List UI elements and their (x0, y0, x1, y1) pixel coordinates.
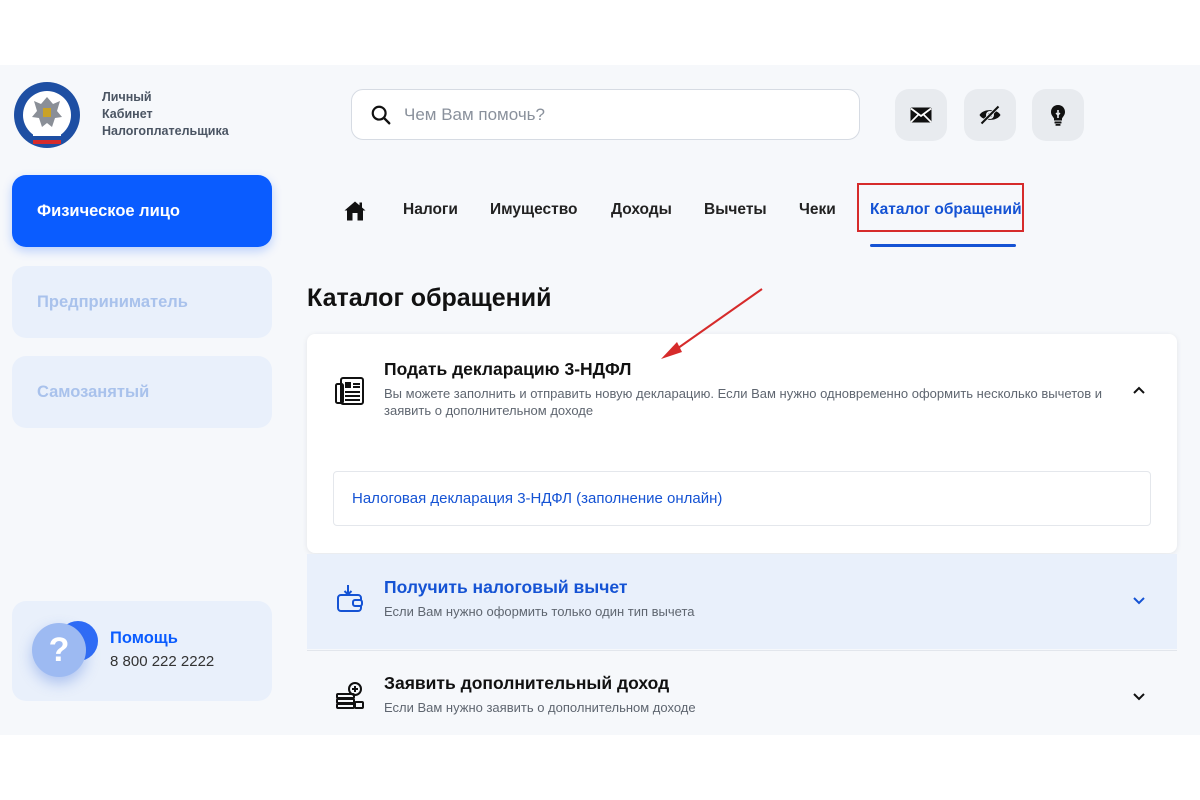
logo-line: Налогоплательщика (102, 124, 229, 138)
card-title: Получить налоговый вычет (384, 577, 628, 597)
chevron-down-icon[interactable] (1131, 592, 1147, 608)
catalog-card-extra-income[interactable]: Заявить дополнительный доход Если Вам ну… (307, 650, 1177, 735)
sub-item-label: Налоговая декларация 3-НДФЛ (заполнение … (352, 490, 723, 507)
coins-plus-icon (336, 682, 364, 709)
messages-button[interactable] (895, 89, 947, 141)
card-description: Вы можете заполнить и отправить новую де… (384, 386, 1103, 418)
tab-receipts[interactable]: Чеки (799, 201, 836, 219)
tips-button[interactable] (1032, 89, 1084, 141)
tab-taxes[interactable]: Налоги (403, 201, 458, 219)
help-phone: 8 800 222 2222 (110, 653, 215, 670)
chevron-up-icon[interactable] (1131, 382, 1147, 398)
home-icon[interactable] (343, 199, 367, 223)
tab-property[interactable]: Имущество (490, 201, 578, 219)
sidebar-item-individual[interactable]: Физическое лицо (12, 175, 272, 247)
mail-icon (910, 107, 932, 123)
tab-request-catalog[interactable]: Каталог обращений (870, 201, 1022, 219)
app-root: Личный Кабинет Налогоплательщика Чем Вам… (0, 65, 1200, 735)
page-title: Каталог обращений (307, 284, 552, 312)
sidebar-item-label: Физическое лицо (37, 201, 181, 220)
help-panel[interactable]: ? Помощь 8 800 222 2222 (12, 601, 272, 701)
logo-line: Личный (102, 90, 152, 104)
sidebar-item-entrepreneur[interactable]: Предприниматель (12, 266, 272, 338)
fns-emblem-logo[interactable] (12, 80, 82, 150)
search-input[interactable] (404, 104, 824, 125)
card-description: Если Вам нужно заявить о дополнительном … (384, 700, 696, 715)
card-title: Заявить дополнительный доход (384, 673, 670, 693)
tab-income[interactable]: Доходы (611, 201, 672, 219)
logo-title: Личный Кабинет Налогоплательщика (102, 89, 229, 140)
catalog-card-deduction[interactable]: Получить налоговый вычет Если Вам нужно … (307, 554, 1177, 649)
logo-line: Кабинет (102, 107, 153, 121)
active-tab-underline (870, 244, 1016, 247)
card-description: Если Вам нужно оформить только один тип … (384, 604, 695, 619)
declaration-document-icon (335, 377, 364, 405)
lightbulb-icon (1051, 105, 1065, 126)
accessibility-button[interactable] (964, 89, 1016, 141)
sidebar-item-label: Предприниматель (37, 292, 188, 311)
sidebar-item-label: Самозанятый (37, 382, 150, 401)
search-icon (371, 105, 391, 124)
search-box[interactable] (351, 89, 860, 140)
declaration-online-link[interactable]: Налоговая декларация 3-НДФЛ (заполнение … (333, 471, 1151, 526)
eye-off-icon (979, 104, 1001, 126)
question-icon: ? (32, 623, 86, 677)
help-title: Помощь (110, 629, 178, 647)
catalog-card-declaration[interactable]: Подать декларацию 3-НДФЛ Вы можете запол… (307, 334, 1177, 553)
card-title: Подать декларацию 3-НДФЛ (384, 359, 632, 379)
tab-deductions[interactable]: Вычеты (704, 201, 767, 219)
annotation-arrow-icon (661, 288, 763, 359)
wallet-download-icon (337, 585, 363, 612)
sidebar-item-self-employed[interactable]: Самозанятый (12, 356, 272, 428)
chevron-down-icon[interactable] (1131, 688, 1147, 704)
